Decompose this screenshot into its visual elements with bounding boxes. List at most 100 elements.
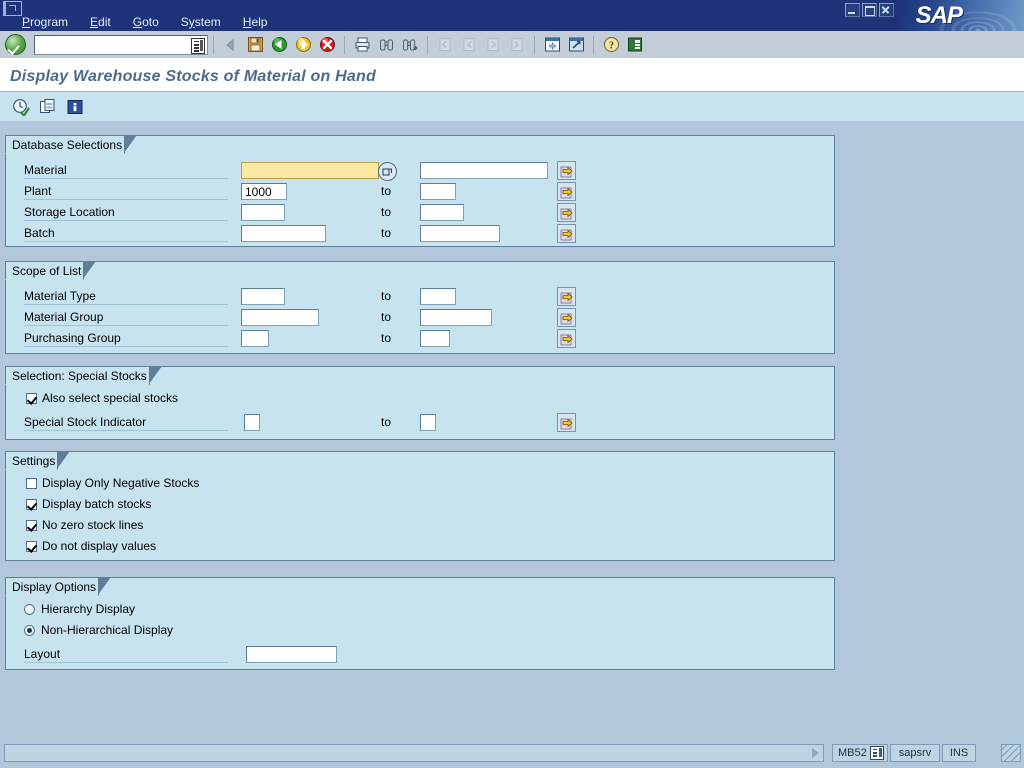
- checkbox-row-no-zero-stock-lines[interactable]: No zero stock lines: [26, 518, 143, 532]
- checkbox-row-do-not-display-values[interactable]: Do not display values: [26, 539, 156, 553]
- label-plant: Plant: [24, 184, 52, 198]
- find-next-binoculars-icon[interactable]: [399, 34, 421, 55]
- checkbox-row-display-batch-stocks[interactable]: Display batch stocks: [26, 497, 151, 511]
- tcode-list-icon[interactable]: [869, 746, 884, 760]
- to-label-plant: to: [381, 184, 392, 198]
- execute-icon[interactable]: [9, 96, 32, 118]
- customize-layout-icon[interactable]: [624, 34, 646, 55]
- window-resize-grip[interactable]: [1001, 744, 1021, 762]
- statusbar-server-text: sapsrv: [898, 747, 932, 759]
- radio-row-hierarchy-display[interactable]: Hierarchy Display: [24, 602, 135, 616]
- input-plant-from[interactable]: [241, 183, 287, 200]
- enter-button[interactable]: [5, 34, 26, 55]
- exit-yellow-arrow-icon[interactable]: [292, 34, 314, 55]
- to-label-purchasing-group: to: [381, 331, 392, 345]
- menu-item-goto[interactable]: Goto: [131, 15, 161, 29]
- page-title: Display Warehouse Stocks of Material on …: [10, 68, 376, 85]
- multiple-selection-button-material-group[interactable]: [557, 308, 576, 327]
- to-label-storage-location: to: [381, 205, 392, 219]
- toolbar-divider: [344, 35, 345, 54]
- input-purchasing-group-from[interactable]: [241, 330, 269, 347]
- page-last-icon: [506, 34, 528, 55]
- statusbar-transaction-code[interactable]: MB52: [832, 744, 888, 762]
- input-plant-to[interactable]: [420, 183, 456, 200]
- multiple-selection-button-plant[interactable]: [557, 182, 576, 201]
- input-batch-from[interactable]: [241, 225, 326, 242]
- command-history-icon[interactable]: [191, 37, 205, 54]
- statusbar-expand-icon[interactable]: [812, 748, 819, 758]
- statusbar-insert-mode[interactable]: INS: [942, 744, 976, 762]
- group-title-scope-of-list: Scope of List: [5, 261, 97, 280]
- label-storage-location: Storage Location: [24, 205, 115, 219]
- find-binoculars-icon[interactable]: [375, 34, 397, 55]
- back-green-arrow-icon[interactable]: [268, 34, 290, 55]
- menu-item-edit[interactable]: Edit: [88, 15, 113, 29]
- multiple-selection-button-material-type[interactable]: [557, 287, 576, 306]
- radio-non-hierarchical-display[interactable]: [24, 624, 35, 636]
- statusbar-server[interactable]: sapsrv: [890, 744, 940, 762]
- sap-gui-window: Program Edit Goto System Help SAP ? Disp…: [0, 0, 1024, 768]
- minimize-button[interactable]: [845, 3, 860, 17]
- to-label-material-type: to: [381, 289, 392, 303]
- field-row-material: Material: [6, 160, 834, 181]
- input-material-type-to[interactable]: [420, 288, 456, 305]
- toolbar-divider: [534, 35, 535, 54]
- menu-item-program[interactable]: Program: [20, 15, 70, 29]
- input-storage-location-to[interactable]: [420, 204, 464, 221]
- menu-item-help[interactable]: Help: [241, 15, 270, 29]
- multiple-selection-button-special-stock-indicator[interactable]: [557, 413, 576, 432]
- multiple-selection-button-purchasing-group[interactable]: [557, 329, 576, 348]
- checkbox-also-select-special-stocks[interactable]: [26, 392, 37, 404]
- sap-logo-text: SAP: [915, 2, 963, 29]
- field-row-purchasing-group: Purchasing Group to: [6, 328, 834, 349]
- page-previous-icon: [458, 34, 480, 55]
- input-batch-to[interactable]: [420, 225, 500, 242]
- radio-hierarchy-display[interactable]: [24, 603, 35, 615]
- help-question-icon[interactable]: ?: [600, 34, 622, 55]
- svg-text:?: ?: [609, 40, 614, 51]
- information-icon[interactable]: [63, 96, 86, 118]
- input-material-type-from[interactable]: [241, 288, 285, 305]
- cancel-red-x-icon[interactable]: [316, 34, 338, 55]
- statusbar-insert-mode-text: INS: [949, 747, 969, 759]
- command-input[interactable]: [35, 36, 187, 53]
- to-label-special-stock-indicator: to: [381, 415, 392, 429]
- label-layout: Layout: [24, 647, 61, 661]
- checkbox-row-display-only-negative-stocks[interactable]: Display Only Negative Stocks: [26, 476, 199, 490]
- create-shortcut-icon[interactable]: [565, 34, 587, 55]
- group-selection-special-stocks: Selection: Special Stocks Also select sp…: [5, 366, 835, 440]
- checkbox-no-zero-stock-lines[interactable]: [26, 519, 37, 531]
- multiple-selection-icon[interactable]: [36, 96, 59, 118]
- input-material-group-to[interactable]: [420, 309, 492, 326]
- input-special-stock-indicator-to[interactable]: [420, 414, 436, 431]
- save-icon[interactable]: [244, 34, 266, 55]
- multiple-selection-button-storage-location[interactable]: [557, 203, 576, 222]
- input-material-to[interactable]: [420, 162, 548, 179]
- input-purchasing-group-to[interactable]: [420, 330, 450, 347]
- close-button[interactable]: [879, 3, 894, 17]
- checkbox-display-batch-stocks[interactable]: [26, 498, 37, 510]
- multiple-selection-button-material[interactable]: [557, 161, 576, 180]
- radio-label-non-hierarchical-display: Non-Hierarchical Display: [41, 623, 174, 637]
- label-purchasing-group: Purchasing Group: [24, 331, 121, 345]
- input-layout[interactable]: [246, 646, 337, 663]
- print-icon[interactable]: [351, 34, 373, 55]
- to-label-batch: to: [381, 226, 392, 240]
- input-material-from[interactable]: [241, 162, 379, 179]
- page-next-icon: [482, 34, 504, 55]
- field-row-plant: Plant to: [6, 181, 834, 202]
- input-storage-location-from[interactable]: [241, 204, 285, 221]
- multiple-selection-button-batch[interactable]: [557, 224, 576, 243]
- radio-row-non-hierarchical-display[interactable]: Non-Hierarchical Display: [24, 623, 173, 637]
- checkbox-row-also-select-special-stocks[interactable]: Also select special stocks: [26, 391, 178, 405]
- toolbar-divider: [427, 35, 428, 54]
- checkbox-display-only-negative-stocks[interactable]: [26, 477, 37, 489]
- page-first-icon: [434, 34, 456, 55]
- input-special-stock-indicator-from[interactable]: [244, 414, 260, 431]
- new-session-icon[interactable]: [541, 34, 563, 55]
- input-material-group-from[interactable]: [241, 309, 319, 326]
- restore-button[interactable]: [862, 3, 877, 17]
- checkbox-do-not-display-values[interactable]: [26, 540, 37, 552]
- search-help-icon-material[interactable]: [378, 162, 397, 181]
- menu-item-system[interactable]: System: [179, 15, 223, 29]
